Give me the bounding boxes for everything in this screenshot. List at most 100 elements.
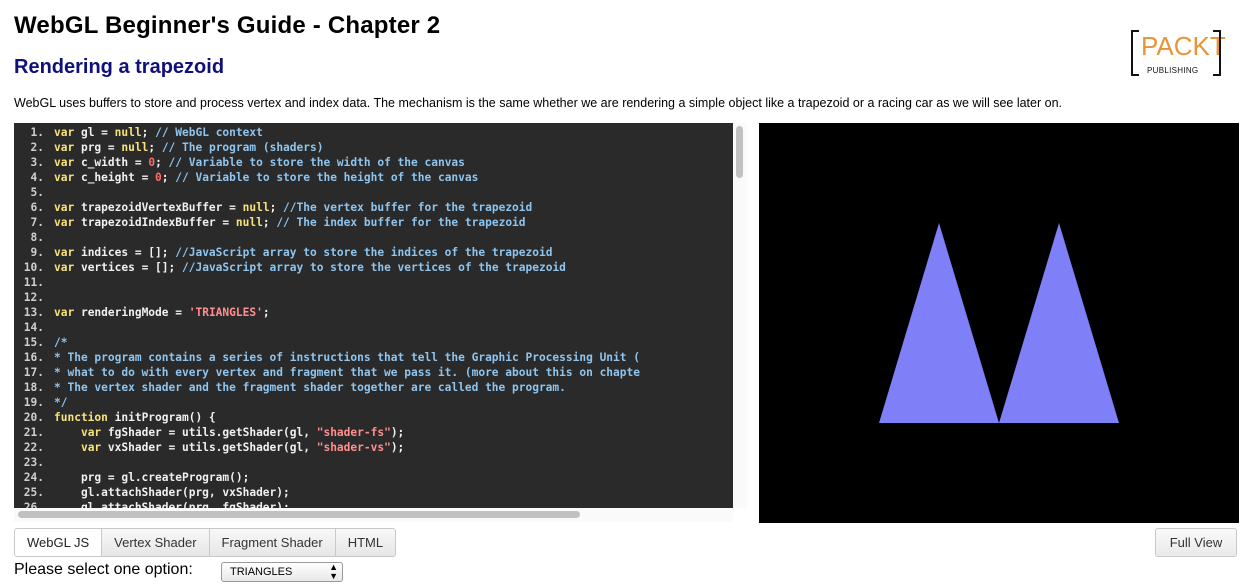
line-number: 14. bbox=[23, 321, 44, 334]
code-token: gl.attachShader(prg, vxShader); bbox=[54, 486, 290, 499]
code-token: null bbox=[242, 201, 270, 214]
logo-publishing-text: PUBLISHING bbox=[1147, 66, 1199, 75]
code-line: 10. var vertices = []; //JavaScript array… bbox=[14, 260, 732, 275]
horizontal-scroll-thumb[interactable] bbox=[18, 511, 580, 518]
code-content[interactable]: 1. var gl = null; // WebGL context 2. var p… bbox=[14, 125, 732, 508]
code-token: var bbox=[54, 171, 81, 184]
code-token: // The index buffer for the trapezoid bbox=[276, 216, 526, 229]
line-number: 2. bbox=[30, 141, 44, 154]
code-token: var bbox=[54, 201, 81, 214]
code-line: 19. */ bbox=[14, 395, 732, 410]
code-line: 22. var vxShader = utils.getShader(gl, "… bbox=[14, 440, 732, 455]
code-token: //The vertex buffer for the trapezoid bbox=[283, 201, 533, 214]
full-view-button[interactable]: Full View bbox=[1155, 528, 1237, 557]
code-token: // Variable to store the height of the c… bbox=[175, 171, 479, 184]
code-token: trapezoidIndexBuffer = bbox=[80, 216, 236, 229]
logo-left-bracket bbox=[1131, 30, 1139, 76]
code-line: 4. var c_height = 0; // Variable to store… bbox=[14, 170, 732, 185]
code-token: null bbox=[121, 141, 149, 154]
code-token: ; bbox=[262, 216, 277, 229]
code-token: var bbox=[54, 216, 81, 229]
code-line: 3. var c_width = 0; // Variable to store … bbox=[14, 155, 732, 170]
webgl-canvas[interactable] bbox=[759, 123, 1239, 523]
line-number: 15. bbox=[23, 336, 44, 349]
code-token: fgShader = utils.getShader(gl, bbox=[107, 426, 317, 439]
code-token: ; bbox=[161, 171, 176, 184]
code-token: ; bbox=[262, 306, 270, 319]
line-number: 23. bbox=[23, 456, 44, 469]
code-token: prg = gl.createProgram(); bbox=[54, 471, 250, 484]
code-token: var bbox=[54, 261, 81, 274]
line-number: 11. bbox=[23, 276, 44, 289]
code-line: 11. bbox=[14, 275, 732, 290]
code-line: 1. var gl = null; // WebGL context bbox=[14, 125, 732, 140]
line-number: 16. bbox=[23, 351, 44, 364]
horizontal-scrollbar[interactable] bbox=[14, 508, 733, 522]
code-line: 18. * The vertex shader and the fragment … bbox=[14, 380, 732, 395]
tab-html[interactable]: HTML bbox=[335, 529, 396, 556]
code-token: function bbox=[54, 411, 115, 424]
code-token: prg = bbox=[80, 141, 122, 154]
line-number: 12. bbox=[23, 291, 44, 304]
code-token: //JavaScript array to store the vertices… bbox=[182, 261, 566, 274]
line-number: 26. bbox=[23, 501, 44, 508]
line-number: 20. bbox=[23, 411, 44, 424]
code-token: * what to do with every vertex and fragm… bbox=[54, 366, 640, 379]
tab-webgl-js[interactable]: WebGL JS bbox=[15, 529, 103, 556]
code-token: "shader-vs" bbox=[316, 441, 391, 454]
line-number: 18. bbox=[23, 381, 44, 394]
code-line: 7. var trapezoidIndexBuffer = null; // Th… bbox=[14, 215, 732, 230]
code-token: vertices = []; bbox=[80, 261, 182, 274]
code-tabs: WebGL JS Vertex Shader Fragment Shader H… bbox=[14, 528, 397, 557]
code-token: ; bbox=[141, 126, 156, 139]
vertical-scroll-thumb[interactable] bbox=[736, 126, 743, 178]
code-token: trapezoidVertexBuffer = bbox=[80, 201, 243, 214]
code-line: 16. * The program contains a series of in… bbox=[14, 350, 732, 365]
code-token: gl.attachShader(prg, fgShader); bbox=[54, 501, 290, 508]
code-token: null bbox=[114, 126, 142, 139]
code-token: var bbox=[54, 141, 81, 154]
code-token: gl = bbox=[80, 126, 115, 139]
page-title: WebGL Beginner's Guide - Chapter 2 bbox=[14, 12, 441, 39]
line-number: 7. bbox=[30, 216, 44, 229]
code-token: // Variable to store the width of the ca… bbox=[168, 156, 465, 169]
code-line: 2. var prg = null; // The program (shader… bbox=[14, 140, 732, 155]
select-arrows-icon: ▲ ▼ bbox=[329, 563, 338, 581]
code-line: 20. function initProgram() { bbox=[14, 410, 732, 425]
code-token: 0 bbox=[155, 171, 162, 184]
rendering-mode-select[interactable]: TRIANGLES ▲ ▼ bbox=[221, 562, 343, 582]
code-token: c_height = bbox=[80, 171, 156, 184]
line-number: 25. bbox=[23, 486, 44, 499]
code-token: // The program (shaders) bbox=[161, 141, 324, 154]
line-number: 24. bbox=[23, 471, 44, 484]
code-line: 8. bbox=[14, 230, 732, 245]
tab-vertex-shader[interactable]: Vertex Shader bbox=[102, 529, 210, 556]
code-line: 17. * what to do with every vertex and fr… bbox=[14, 365, 732, 380]
code-line: 12. bbox=[14, 290, 732, 305]
code-token: ; bbox=[269, 201, 284, 214]
code-token: var bbox=[54, 246, 81, 259]
code-editor[interactable]: 1. var gl = null; // WebGL context 2. var p… bbox=[14, 123, 747, 508]
intro-text: WebGL uses buffers to store and process … bbox=[14, 96, 1062, 110]
code-token: var bbox=[80, 441, 108, 454]
code-token: initProgram() { bbox=[114, 411, 216, 424]
line-number: 3. bbox=[30, 156, 44, 169]
code-token: // WebGL context bbox=[155, 126, 263, 139]
canvas-render bbox=[879, 223, 1119, 423]
line-number: 13. bbox=[23, 306, 44, 319]
tab-fragment-shader[interactable]: Fragment Shader bbox=[209, 529, 336, 556]
code-token: null bbox=[235, 216, 263, 229]
vertical-scrollbar[interactable] bbox=[733, 123, 747, 508]
logo-right-bracket bbox=[1213, 30, 1221, 76]
code-line: 13. var renderingMode = 'TRIANGLES'; bbox=[14, 305, 732, 320]
code-token: indices = []; bbox=[80, 246, 176, 259]
line-number: 10. bbox=[23, 261, 44, 274]
packt-logo: PACKT PUBLISHING bbox=[1131, 30, 1226, 76]
code-line: 14. bbox=[14, 320, 732, 335]
code-token: "shader-fs" bbox=[316, 426, 391, 439]
code-token: ; bbox=[148, 141, 162, 154]
code-token: 'TRIANGLES' bbox=[188, 306, 263, 319]
code-token: */ bbox=[54, 396, 68, 409]
